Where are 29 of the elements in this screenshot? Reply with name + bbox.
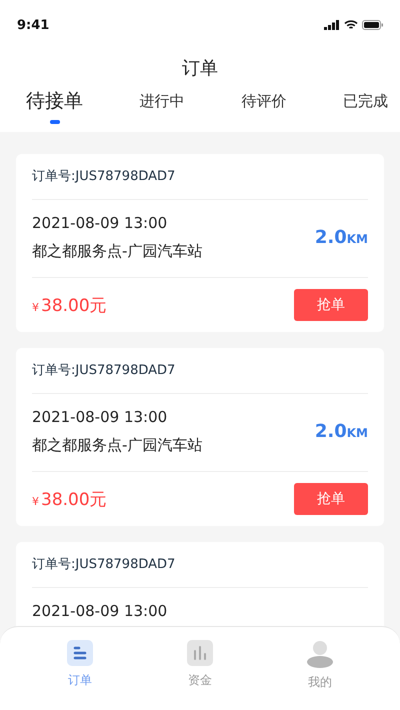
order-datetime: 2021-08-09 13:00 [32, 408, 168, 426]
grab-order-button[interactable]: 抢单 [294, 483, 368, 515]
order-price: ¥38.00元 [32, 294, 107, 316]
list-icon [67, 640, 93, 666]
bar-chart-icon [187, 640, 213, 666]
user-icon [306, 640, 334, 668]
battery-icon [362, 20, 384, 30]
tab[interactable]: 待评价 [241, 88, 286, 128]
distance: 2.0KM [314, 421, 368, 442]
page-title: 订单 [181, 57, 219, 81]
order-route: 都之都服务点-广园汽车站 [32, 436, 202, 455]
tab[interactable]: 进行中 [140, 88, 185, 128]
nav-item[interactable]: 我的 [280, 639, 360, 710]
order-price: ¥38.00元 [32, 488, 107, 510]
order-datetime: 2021-08-09 13:00 [32, 214, 168, 232]
order-number: 订单号:JUS78798DAD7 [32, 348, 368, 394]
tab[interactable]: 已完成 [342, 88, 388, 128]
nav-item[interactable]: 订单 [40, 639, 120, 710]
wifi-icon [344, 20, 358, 30]
grab-order-button[interactable]: 抢单 [294, 289, 368, 321]
tab[interactable]: 待接单 [26, 88, 83, 128]
distance: 2.0KM [314, 227, 368, 248]
nav-item[interactable]: 资金 [160, 639, 240, 710]
order-number: 订单号:JUS78798DAD7 [32, 154, 368, 200]
order-route: 都之都服务点-广园汽车站 [32, 242, 202, 261]
order-datetime: 2021-08-09 13:00 [32, 602, 168, 620]
status-time: 9:41 [17, 18, 50, 32]
order-number: 订单号:JUS78798DAD7 [32, 542, 368, 588]
signal-icon [324, 20, 340, 30]
